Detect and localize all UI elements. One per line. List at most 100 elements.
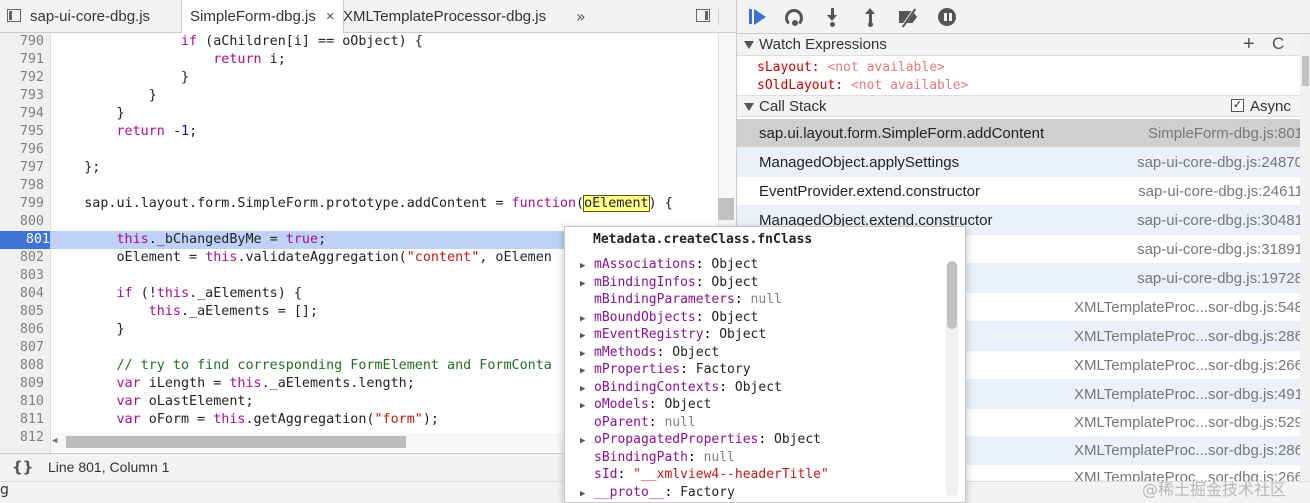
step-out-button[interactable] [859, 6, 883, 28]
property-row[interactable]: sId: "__xmlview4--headerTitle" [580, 466, 829, 484]
breakpoint-marker[interactable]: 801 [0, 231, 50, 249]
collapse-icon[interactable] [744, 103, 754, 111]
async-checkbox[interactable]: ✓ [1231, 99, 1244, 112]
watermark: @稀土掘金技术社区 [1142, 480, 1287, 499]
code-text: var oLastElement; [116, 394, 254, 409]
code-line[interactable]: 796 [0, 141, 718, 159]
code-line[interactable]: 795 return -1; [0, 123, 718, 141]
watch-item[interactable]: sOldLayout: <not available> [757, 78, 968, 93]
sidebar-scrollbar[interactable] [1300, 34, 1310, 481]
call-frame[interactable]: EventProvider.extend.constructor sap-ui-c… [737, 177, 1310, 206]
property-row[interactable]: ▶ oModels: Object [580, 396, 711, 414]
tab-simpleform[interactable]: SimpleForm-dbg.js × [181, 0, 344, 34]
line-number[interactable]: 792 [0, 69, 44, 87]
line-number[interactable]: 793 [0, 87, 44, 105]
collapse-icon[interactable] [744, 41, 754, 49]
tab-xmltemplateprocessor[interactable]: XMLTemplateProcessor-dbg.js [343, 0, 546, 33]
line-number[interactable]: 798 [0, 177, 44, 195]
property-row[interactable]: ▶ __proto__: Factory [580, 484, 735, 502]
property-row[interactable]: ▶ oPropagatedProperties: Object [580, 431, 821, 449]
property-row[interactable]: ▶ mBindingInfos: Object [580, 274, 758, 292]
toggle-debugger-icon[interactable] [696, 9, 710, 22]
property-row[interactable]: mBindingParameters: null [580, 291, 782, 309]
line-number[interactable]: 790 [0, 33, 44, 51]
line-number[interactable]: 800 [0, 213, 44, 231]
line-number[interactable]: 791 [0, 51, 44, 69]
line-number[interactable]: 799 [0, 195, 44, 213]
popover-title: Metadata.createClass.fnClass [593, 232, 813, 247]
scroll-left-icon[interactable]: ◀ [52, 436, 57, 446]
watch-expressions-header[interactable]: Watch Expressions + C [737, 33, 1310, 56]
line-number[interactable]: 802 [0, 249, 44, 267]
line-number[interactable]: 811 [0, 411, 44, 429]
pretty-print-icon[interactable]: {} [12, 458, 33, 476]
code-line[interactable]: 791 return i; [0, 51, 718, 69]
line-number[interactable]: 807 [0, 339, 44, 357]
property-row[interactable]: ▶ oBindingContexts: Object [580, 379, 782, 397]
cursor-position: Line 801, Column 1 [48, 459, 170, 475]
line-number[interactable]: 796 [0, 141, 44, 159]
property-row[interactable]: oParent: null [580, 414, 696, 432]
code-text: } [52, 322, 125, 337]
section-title: Call Stack [759, 98, 827, 115]
call-frame[interactable]: sap.ui.layout.form.SimpleForm.addContent… [737, 119, 1310, 148]
deactivate-breakpoints-button[interactable] [897, 6, 921, 29]
expand-arrow-icon[interactable]: ▶ [580, 486, 594, 503]
code-text: if (aChildren[i] == oObject) { [181, 34, 423, 49]
refresh-icon[interactable]: C [1272, 34, 1284, 54]
line-number[interactable]: 794 [0, 105, 44, 123]
line-number[interactable]: 804 [0, 285, 44, 303]
property-row[interactable]: sBindingPath: null [580, 449, 735, 467]
property-row[interactable]: ▶ mAssociations: Object [580, 256, 758, 274]
code-line[interactable]: 797 }; [0, 159, 718, 177]
tab-label: XMLTemplateProcessor-dbg.js [343, 8, 547, 25]
call-frame[interactable]: ManagedObject.applySettings sap-ui-core-d… [737, 148, 1310, 177]
add-watch-icon[interactable]: + [1243, 33, 1255, 56]
line-number[interactable]: 805 [0, 303, 44, 321]
step-into-button[interactable] [821, 6, 845, 28]
debugger-toolbar [737, 0, 1310, 34]
editor-scroll-thumb[interactable] [718, 198, 734, 220]
code-text: oElement = this.validateAggregation("con… [52, 250, 552, 265]
horizontal-scroll-thumb[interactable] [66, 436, 406, 448]
popover-scroll-thumb[interactable] [947, 261, 957, 329]
property-row[interactable]: ▶ mMethods: Object [580, 344, 719, 362]
line-number[interactable]: 810 [0, 393, 44, 411]
property-row[interactable]: ▶ mProperties: Factory [580, 361, 751, 379]
toggle-navigator-icon[interactable] [7, 9, 21, 22]
line-number[interactable]: 797 [0, 159, 44, 177]
editor-tab-bar: sap-ui-core-dbg.js SimpleForm-dbg.js × XM… [0, 0, 736, 34]
line-number[interactable]: 795 [0, 123, 44, 141]
tab-sap-ui-core[interactable]: sap-ui-core-dbg.js [30, 0, 150, 33]
property-row[interactable]: ▶ mBoundObjects: Object [580, 309, 758, 327]
code-line[interactable]: 798 [0, 177, 718, 195]
code-text: }; [52, 160, 101, 175]
watch-item[interactable]: sLayout: <not available> [757, 60, 945, 75]
pause-on-exceptions-button[interactable] [935, 6, 959, 28]
code-text: return -1; [116, 124, 198, 139]
hovered-variable[interactable]: oElement [583, 195, 650, 212]
line-number[interactable]: 809 [0, 375, 44, 393]
resume-button[interactable] [745, 6, 769, 28]
object-preview-popover[interactable]: Metadata.createClass.fnClass ▶ mAssociati… [564, 226, 966, 503]
code-text: this._bChangedByMe = true; [116, 232, 327, 247]
code-line[interactable]: 793 } [0, 87, 718, 105]
sidebar-scroll-thumb[interactable] [1302, 56, 1309, 86]
property-row[interactable]: ▶ mEventRegistry: Object [580, 326, 766, 344]
code-line[interactable]: 794 } [0, 105, 718, 123]
code-text: } [52, 70, 190, 85]
close-icon[interactable]: × [326, 8, 335, 25]
code-text: } [52, 88, 157, 103]
async-label: Async [1250, 98, 1291, 115]
line-number[interactable]: 812 [0, 429, 44, 447]
call-stack-header[interactable]: Call Stack ✓ Async [737, 95, 1310, 117]
step-over-button[interactable] [783, 6, 807, 28]
line-number[interactable]: 806 [0, 321, 44, 339]
line-number[interactable]: 803 [0, 267, 44, 285]
clipped-text: g [0, 482, 9, 498]
more-tabs-icon[interactable]: » [576, 7, 586, 26]
code-line[interactable]: 799 sap.ui.layout.form.SimpleForm.protot… [0, 195, 718, 213]
code-line[interactable]: 792 } [0, 69, 718, 87]
line-number[interactable]: 808 [0, 357, 44, 375]
code-line[interactable]: 790 if (aChildren[i] == oObject) { [0, 33, 718, 51]
